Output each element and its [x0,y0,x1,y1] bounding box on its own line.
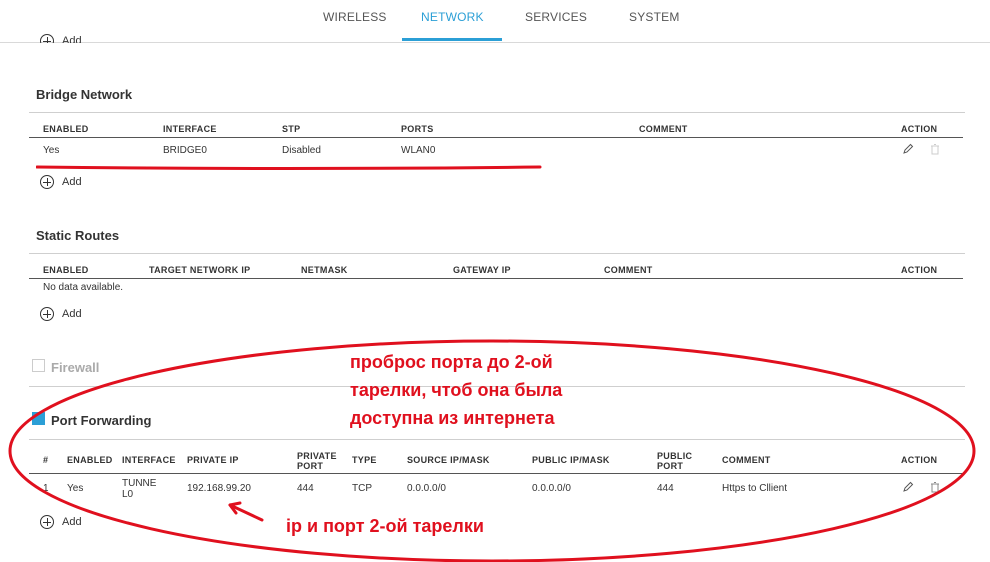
annotation-note-line2: тарелки, чтоб она была [350,380,563,400]
annotation-note: проброс порта до 2-ой тарелки, чтоб она … [350,348,562,432]
annotation-ip-note: ip и порт 2-ой тарелки [286,516,484,536]
annotation-note-line3: доступна из интернета [350,408,555,428]
red-ellipse-annotation [8,339,976,562]
annotation-note-line1: проброс порта до 2-ой [350,352,553,372]
